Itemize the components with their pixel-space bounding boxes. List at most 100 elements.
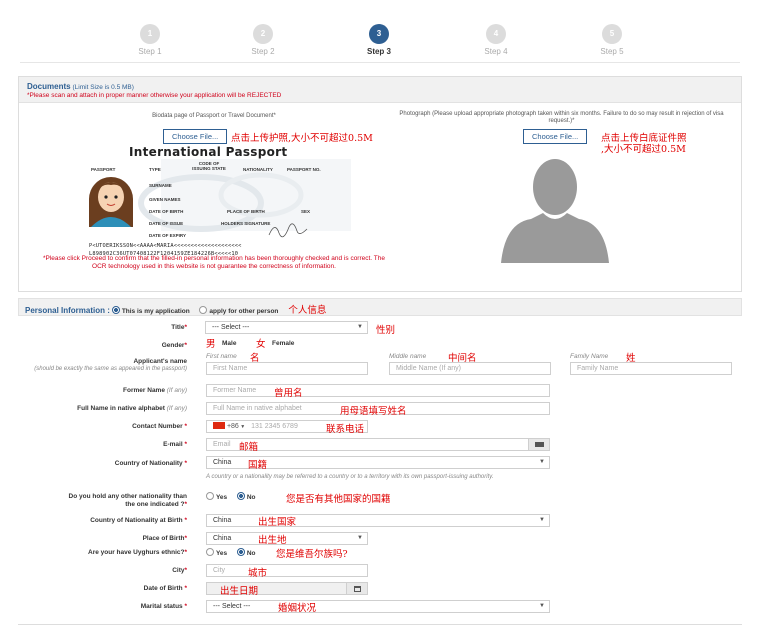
step-2-label: Step 2 (251, 47, 275, 56)
native-name-optional: (If any) (166, 405, 187, 412)
city-label-text: City (172, 567, 185, 574)
email-cn-note: 邮箱 (239, 442, 259, 453)
step-1-dot: 1 (140, 24, 160, 44)
calendar-icon[interactable] (346, 582, 368, 595)
passport-surname-field: SURNAME (149, 183, 172, 188)
nationality-cn-note: 国籍 (248, 460, 268, 471)
first-name-input[interactable]: First Name (206, 362, 368, 375)
gender-label: Gender* (161, 342, 187, 349)
photo-upload-note-2: ,大小不可超过0.5M (601, 144, 686, 155)
contact-label-text: Contact Number (132, 423, 183, 430)
form-bottom-border (18, 624, 742, 625)
envelope-icon (528, 438, 550, 451)
other-person-radio[interactable] (199, 306, 208, 314)
former-name-optional: (If any) (166, 387, 187, 394)
other-nationality-label-2-text: the one indicated ? (125, 501, 185, 508)
documents-header: Documents (Limit Size is 0.5 MB) *Please… (19, 77, 741, 103)
contact-number-placeholder: 131 2345 6789 (251, 423, 298, 430)
native-name-cn-note: 用母语填写姓名 (340, 406, 407, 417)
passport-nationality-field: NATIONALITY (243, 167, 273, 172)
chevron-down-icon: ▼ (357, 535, 363, 541)
native-name-label-text: Full Name in native alphabet (77, 405, 165, 412)
passport-doe-field: DATE OF EXPIRY (149, 233, 187, 238)
male-cn-note: 男 (206, 339, 216, 350)
other-nationality-yes-radio[interactable] (206, 492, 214, 500)
city-input[interactable]: City (206, 564, 368, 577)
step-2[interactable]: 2 Step 2 (233, 24, 293, 56)
birth-country-cn-note: 出生国家 (258, 517, 297, 528)
steps-divider (20, 62, 740, 63)
middle-name-hint: Middle name (389, 353, 427, 360)
female-option[interactable]: Female (272, 340, 294, 347)
yes-label: Yes (215, 494, 228, 501)
uyghur-cn-note: 您是维吾尔族吗? (276, 549, 348, 560)
uyghur-no-radio[interactable] (236, 548, 245, 556)
contact-label: Contact Number * (132, 423, 187, 430)
birth-country-label: Country of Nationality at Birth * (90, 517, 187, 524)
step-3-dot: 3 (369, 24, 389, 44)
passport-doi-field: DATE OF ISSUE (149, 221, 184, 226)
passport-mrz-line-1: P<UTOERIKSSON<<AAAA<MARIA<<<<<<<<<<<<<<<… (89, 243, 242, 249)
my-application-label: This is my application (121, 308, 190, 315)
step-5-label: Step 5 (600, 47, 624, 56)
title-select[interactable]: --- Select --- ▼ (205, 321, 368, 334)
middle-name-input[interactable]: Middle Name (If any) (389, 362, 551, 375)
uyghur-yes-radio[interactable] (206, 548, 214, 556)
country-code[interactable]: +86 (227, 423, 239, 430)
my-application-radio[interactable] (111, 306, 120, 314)
former-name-input[interactable]: Former Name (206, 384, 550, 397)
personal-info-cn-note: 个人信息 (288, 305, 327, 316)
photo-choose-file-button[interactable]: Choose File... (523, 129, 588, 144)
step-5[interactable]: 5 Step 5 (582, 24, 642, 56)
female-cn-note: 女 (256, 339, 266, 350)
family-name-input[interactable]: Family Name (570, 362, 732, 375)
marital-select[interactable]: --- Select --- ▼ (206, 600, 550, 613)
title-label: Title* (171, 324, 187, 331)
email-label: E-mail * (163, 441, 187, 448)
marital-value: --- Select --- (213, 603, 251, 610)
nationality-value: China (213, 459, 232, 466)
birth-place-label: Place of Birth* (142, 535, 187, 542)
biodata-label: Biodata page of Passport or Travel Docum… (152, 113, 276, 119)
chevron-down-icon: ▼ (539, 517, 545, 523)
other-nationality-label-2: the one indicated ?* (125, 501, 187, 508)
city-label: City* (172, 567, 187, 574)
documents-title: Documents (27, 82, 71, 91)
passport-upload-note: 点击上传护照,大小不可超过0.5M (231, 133, 373, 144)
marital-cn-note: 婚姻状况 (278, 603, 317, 614)
step-1[interactable]: 1 Step 1 (120, 24, 180, 56)
title-cn-note: 性别 (376, 325, 396, 336)
passport-given-names-field: GIVEN NAMES (149, 197, 181, 202)
male-option[interactable]: Male (222, 340, 236, 347)
nationality-note: A country or a nationality may be referr… (206, 474, 494, 480)
uyghur-no-label: No (246, 550, 256, 557)
step-3[interactable]: 3 Step 3 (349, 24, 409, 56)
chevron-down-icon: ▼ (539, 459, 545, 465)
chevron-down-icon: ▼ (539, 603, 545, 609)
uyghur-yes-label: Yes (215, 550, 228, 557)
passport-choose-file-button[interactable]: Choose File... (163, 129, 228, 144)
birth-place-cn-note: 出生地 (258, 535, 287, 546)
birth-place-select[interactable]: China ▼ (206, 532, 368, 545)
passport-signature-field: HOLDERS SIGNATURE (221, 221, 271, 226)
native-name-label: Full Name in native alphabet (If any) (77, 405, 187, 412)
passport-sex-field: SEX (301, 209, 311, 214)
applicant-name-label: Applicant's name (133, 358, 187, 365)
city-cn-note: 城市 (248, 568, 268, 579)
passport-type-field: TYPE (149, 167, 161, 172)
marital-label: Marital status * (140, 603, 187, 610)
step-5-dot: 5 (602, 24, 622, 44)
step-4[interactable]: 4 Step 4 (466, 24, 526, 56)
step-4-label: Step 4 (484, 47, 508, 56)
china-flag-icon[interactable] (213, 422, 225, 429)
uyghur-label: Are your have Uyghurs ethnic?* (88, 549, 187, 556)
email-placeholder: Email (213, 441, 231, 448)
other-nationality-no-radio[interactable] (236, 492, 245, 500)
nationality-label: Country of Nationality * (114, 460, 187, 467)
title-label-text: Title (171, 324, 185, 331)
family-name-hint: Family Name (570, 353, 609, 360)
contact-cn-note: 联系电话 (326, 424, 365, 435)
photo-label: Photograph (Please upload appropriate ph… (399, 111, 724, 124)
chevron-down-icon[interactable]: ▼ (239, 424, 245, 430)
dob-cn-note: 出生日期 (220, 586, 259, 597)
